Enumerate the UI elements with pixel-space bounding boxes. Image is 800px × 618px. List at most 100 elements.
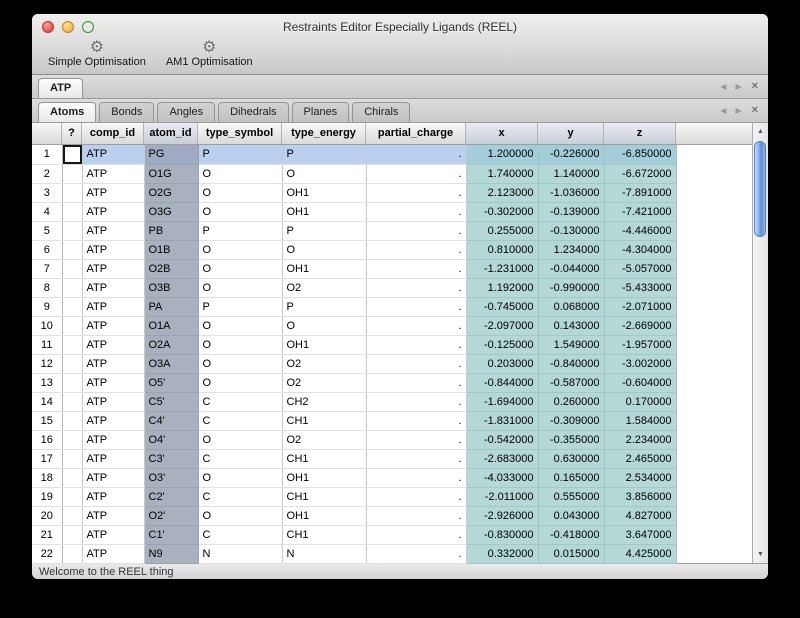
cell-q[interactable]	[62, 468, 82, 487]
cell-y[interactable]: 0.043000	[538, 506, 604, 525]
cell-atom_id[interactable]: O2G	[144, 183, 198, 202]
cell-x[interactable]: -0.542000	[466, 430, 538, 449]
cell-q[interactable]	[62, 354, 82, 373]
cell-partial_charge[interactable]: .	[366, 335, 466, 354]
cell-x[interactable]: -1.694000	[466, 392, 538, 411]
cell-x[interactable]: -0.830000	[466, 525, 538, 544]
cell-comp_id[interactable]: ATP	[82, 335, 144, 354]
close-button[interactable]	[42, 21, 54, 33]
cell-y[interactable]: -0.044000	[538, 259, 604, 278]
cell-comp_id[interactable]: ATP	[82, 354, 144, 373]
cell-type_symbol[interactable]: C	[198, 411, 282, 430]
cell-type_symbol[interactable]: O	[198, 468, 282, 487]
cell-partial_charge[interactable]: .	[366, 430, 466, 449]
tab-planes[interactable]: Planes	[292, 102, 350, 122]
cell-type_symbol[interactable]: C	[198, 487, 282, 506]
cell-comp_id[interactable]: ATP	[82, 221, 144, 240]
cell-comp_id[interactable]: ATP	[82, 240, 144, 259]
row-number[interactable]: 13	[32, 373, 62, 392]
cell-y[interactable]: 0.555000	[538, 487, 604, 506]
cell-partial_charge[interactable]: .	[366, 411, 466, 430]
cell-z[interactable]: -1.957000	[604, 335, 676, 354]
cell-atom_id[interactable]: C3'	[144, 449, 198, 468]
cell-type_energy[interactable]: OH1	[282, 468, 366, 487]
cell-y[interactable]: 0.015000	[538, 544, 604, 563]
row-number[interactable]: 16	[32, 430, 62, 449]
cell-comp_id[interactable]: ATP	[82, 544, 144, 563]
cell-type_symbol[interactable]: P	[198, 297, 282, 316]
column-header-z[interactable]: z	[604, 123, 676, 144]
cell-comp_id[interactable]: ATP	[82, 316, 144, 335]
cell-comp_id[interactable]: ATP	[82, 259, 144, 278]
cell-q[interactable]	[62, 506, 82, 525]
cell-z[interactable]: -6.672000	[604, 164, 676, 183]
column-header-partial_charge[interactable]: partial_charge	[366, 123, 466, 144]
zoom-button[interactable]	[82, 21, 94, 33]
cell-atom_id[interactable]: O4'	[144, 430, 198, 449]
cell-z[interactable]: -2.669000	[604, 316, 676, 335]
cell-z[interactable]: -6.850000	[604, 145, 676, 164]
cell-type_symbol[interactable]: C	[198, 392, 282, 411]
cell-type_energy[interactable]: O	[282, 164, 366, 183]
tab-scroll-left-icon[interactable]: ◀	[720, 107, 726, 115]
cell-x[interactable]: -1.231000	[466, 259, 538, 278]
cell-y[interactable]: 0.260000	[538, 392, 604, 411]
cell-q[interactable]	[62, 259, 82, 278]
cell-x[interactable]: 0.203000	[466, 354, 538, 373]
row-number[interactable]: 10	[32, 316, 62, 335]
cell-y[interactable]: 0.165000	[538, 468, 604, 487]
cell-atom_id[interactable]: O5'	[144, 373, 198, 392]
cell-q[interactable]	[62, 335, 82, 354]
cell-x[interactable]: -4.033000	[466, 468, 538, 487]
cell-z[interactable]: 2.465000	[604, 449, 676, 468]
cell-x[interactable]: -2.097000	[466, 316, 538, 335]
row-number[interactable]: 19	[32, 487, 62, 506]
cell-atom_id[interactable]: O3G	[144, 202, 198, 221]
cell-q[interactable]	[62, 183, 82, 202]
cell-q[interactable]	[62, 145, 82, 164]
titlebar[interactable]: Restraints Editor Especially Ligands (RE…	[32, 14, 768, 40]
cell-partial_charge[interactable]: .	[366, 468, 466, 487]
cell-x[interactable]: -1.831000	[466, 411, 538, 430]
vertical-scrollbar[interactable]: ▲ ▼	[752, 123, 768, 563]
cell-atom_id[interactable]: O2'	[144, 506, 198, 525]
tab-scroll-left-icon[interactable]: ◀	[720, 83, 726, 91]
cell-partial_charge[interactable]: .	[366, 354, 466, 373]
cell-type_energy[interactable]: P	[282, 297, 366, 316]
cell-partial_charge[interactable]: .	[366, 240, 466, 259]
cell-partial_charge[interactable]: .	[366, 259, 466, 278]
cell-q[interactable]	[62, 373, 82, 392]
cell-partial_charge[interactable]: .	[366, 145, 466, 164]
cell-type_symbol[interactable]: O	[198, 316, 282, 335]
cell-atom_id[interactable]: O2A	[144, 335, 198, 354]
cell-q[interactable]	[62, 240, 82, 259]
cell-y[interactable]: -0.418000	[538, 525, 604, 544]
cell-x[interactable]: 1.740000	[466, 164, 538, 183]
cell-q[interactable]	[62, 544, 82, 563]
cell-y[interactable]: 0.068000	[538, 297, 604, 316]
cell-z[interactable]: 2.234000	[604, 430, 676, 449]
cell-y[interactable]: -0.309000	[538, 411, 604, 430]
simple-optimisation-button[interactable]: ⚙ Simple Optimisation	[38, 40, 156, 68]
cell-y[interactable]: -0.587000	[538, 373, 604, 392]
column-header-q[interactable]: ?	[62, 123, 82, 144]
cell-x[interactable]: -0.745000	[466, 297, 538, 316]
cell-partial_charge[interactable]: .	[366, 525, 466, 544]
cell-z[interactable]: 1.584000	[604, 411, 676, 430]
cell-q[interactable]	[62, 525, 82, 544]
cell-q[interactable]	[62, 449, 82, 468]
cell-comp_id[interactable]: ATP	[82, 183, 144, 202]
cell-y[interactable]: 1.549000	[538, 335, 604, 354]
column-header-x[interactable]: x	[466, 123, 538, 144]
cell-partial_charge[interactable]: .	[366, 449, 466, 468]
cell-atom_id[interactable]: O3'	[144, 468, 198, 487]
tab-angles[interactable]: Angles	[157, 102, 215, 122]
cell-atom_id[interactable]: C5'	[144, 392, 198, 411]
row-number[interactable]: 4	[32, 202, 62, 221]
row-number[interactable]: 8	[32, 278, 62, 297]
cell-atom_id[interactable]: O3B	[144, 278, 198, 297]
cell-atom_id[interactable]: O1B	[144, 240, 198, 259]
cell-comp_id[interactable]: ATP	[82, 202, 144, 221]
cell-z[interactable]: -0.604000	[604, 373, 676, 392]
cell-type_symbol[interactable]: N	[198, 544, 282, 563]
